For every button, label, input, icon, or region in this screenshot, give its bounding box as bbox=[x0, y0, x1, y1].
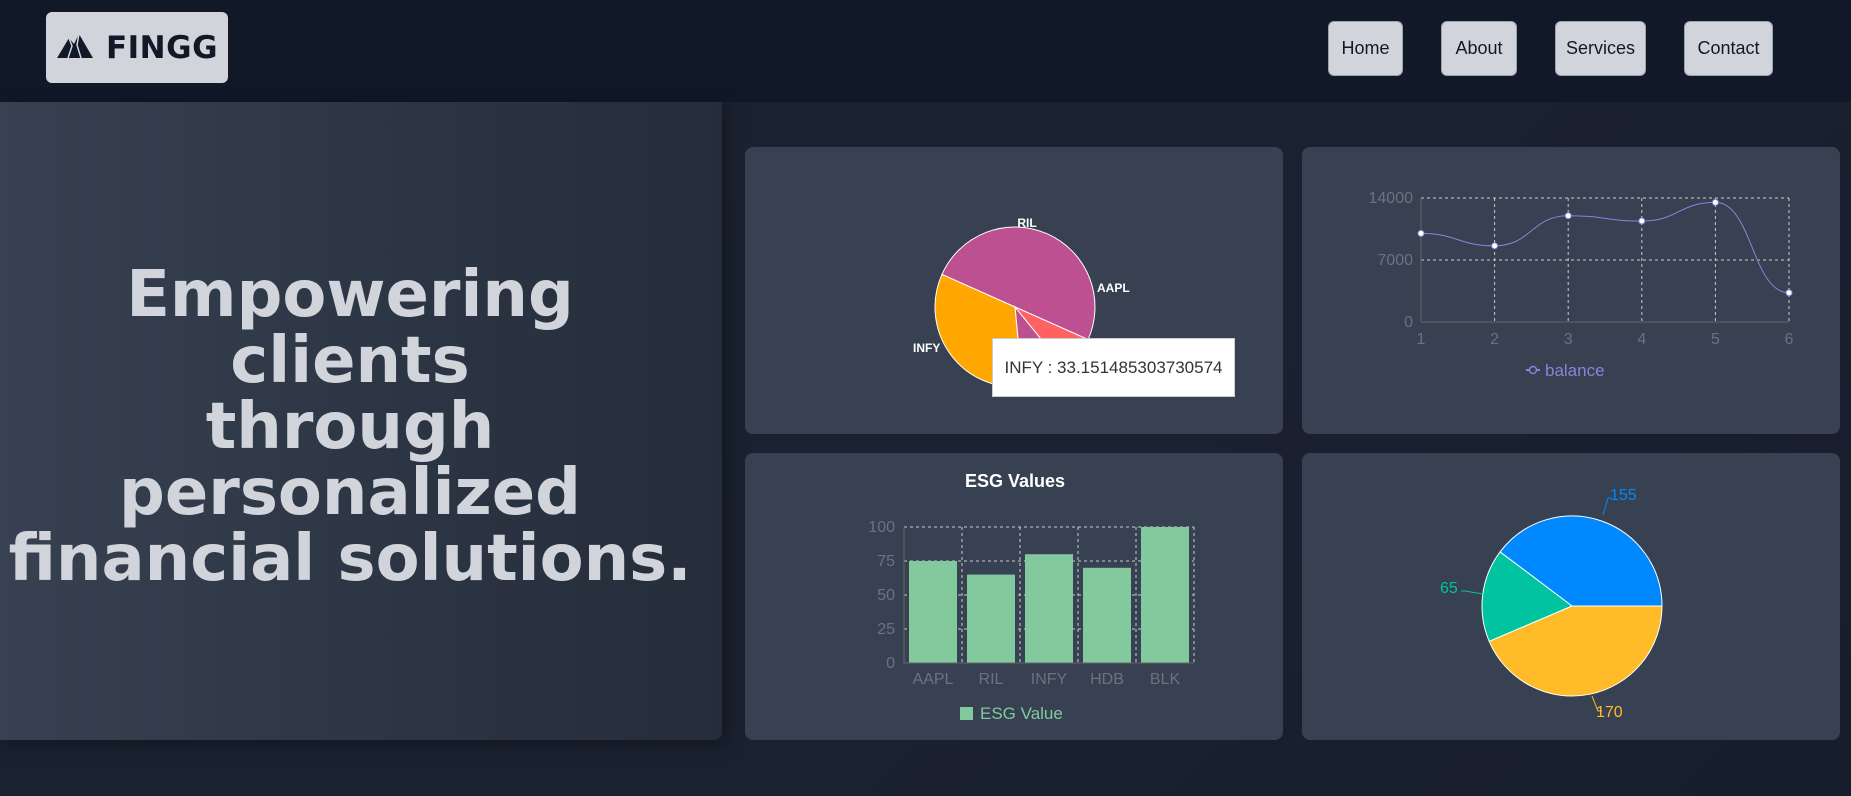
chart-title: ESG Values bbox=[965, 471, 1065, 491]
y-tick-label: 0 bbox=[886, 655, 895, 672]
esg-bar[interactable] bbox=[909, 561, 957, 663]
pie-value-label-155: 155 bbox=[1610, 487, 1637, 504]
hero-section: Empowering clients through personalized … bbox=[0, 102, 722, 740]
pie-label-ril: RIL bbox=[1017, 216, 1036, 230]
line-point[interactable] bbox=[1564, 212, 1572, 220]
esg-bar-chart: ESG Values 100 75 50 25 0 AAPL RIL INFY … bbox=[868, 471, 1195, 723]
y-tick-label: 14000 bbox=[1369, 190, 1414, 207]
y-tick-label: 0 bbox=[1404, 314, 1413, 331]
line-point[interactable] bbox=[1711, 198, 1719, 206]
nav-services-button[interactable]: Services bbox=[1555, 21, 1646, 76]
nav-contact-button[interactable]: Contact bbox=[1684, 21, 1773, 76]
mountain-icon bbox=[56, 31, 94, 64]
line-point[interactable] bbox=[1785, 289, 1793, 297]
x-tick-label: 2 bbox=[1490, 331, 1499, 348]
pie-label-line-65 bbox=[1461, 590, 1484, 595]
x-tick-label: 1 bbox=[1417, 331, 1426, 348]
bar-legend[interactable]: ESG Value bbox=[960, 704, 1063, 723]
y-tick-label: 7000 bbox=[1377, 252, 1413, 269]
navbar: FINGG Home About Services Contact bbox=[0, 0, 1851, 102]
x-tick-label: HDB bbox=[1090, 671, 1124, 688]
esg-bar[interactable] bbox=[1083, 567, 1131, 663]
legend-label-esg: ESG Value bbox=[980, 704, 1063, 723]
pie-value-label-170: 170 bbox=[1596, 704, 1623, 721]
brand-name: FINGG bbox=[105, 29, 219, 66]
y-tick-label: 75 bbox=[877, 553, 895, 570]
x-tick-label: 6 bbox=[1785, 331, 1794, 348]
esg-bar[interactable] bbox=[1025, 554, 1073, 663]
headline-line: through bbox=[205, 390, 495, 464]
x-tick-label: AAPL bbox=[913, 671, 954, 688]
balance-line-card: 14000 7000 0 1 2 3 4 5 6 balance bbox=[1302, 147, 1840, 434]
headline-line: financial solutions. bbox=[8, 522, 692, 596]
x-tick-label: 3 bbox=[1564, 331, 1573, 348]
esg-bar[interactable] bbox=[967, 574, 1015, 663]
allocation-pie-card: 155 170 65 bbox=[1302, 453, 1840, 740]
pie-label-aapl: AAPL bbox=[1097, 281, 1130, 295]
y-tick-label: 25 bbox=[877, 621, 895, 638]
pie-value-label-65: 65 bbox=[1440, 580, 1458, 597]
x-tick-label: BLK bbox=[1150, 671, 1181, 688]
chart-tooltip: INFY : 33.151485303730574 bbox=[992, 338, 1235, 397]
balance-line-chart: 14000 7000 0 1 2 3 4 5 6 balance bbox=[1369, 190, 1794, 380]
line-point[interactable] bbox=[1491, 242, 1499, 250]
x-tick-label: 4 bbox=[1637, 331, 1646, 348]
x-tick-label: 5 bbox=[1711, 331, 1720, 348]
nav-about-button[interactable]: About bbox=[1441, 21, 1517, 76]
balance-line bbox=[1420, 201, 1790, 294]
line-point[interactable] bbox=[1638, 217, 1646, 225]
allocation-pie-chart: 155 170 65 bbox=[1440, 487, 1663, 721]
headline-line: Empowering clients bbox=[126, 258, 574, 398]
x-tick-label: RIL bbox=[979, 671, 1004, 688]
y-tick-label: 50 bbox=[877, 587, 895, 604]
line-grid bbox=[1421, 197, 1790, 322]
y-tick-label: 100 bbox=[868, 519, 895, 536]
esg-bar[interactable] bbox=[1141, 527, 1189, 663]
hero-headline: Empowering clients through personalized … bbox=[0, 262, 700, 592]
line-point[interactable] bbox=[1417, 229, 1425, 237]
legend-label-balance: balance bbox=[1545, 361, 1605, 380]
pie-label-infy: INFY bbox=[913, 341, 940, 355]
nav-home-button[interactable]: Home bbox=[1328, 21, 1403, 76]
headline-line: personalized bbox=[119, 456, 581, 530]
x-tick-label: INFY bbox=[1031, 671, 1068, 688]
esg-bar-card: ESG Values 100 75 50 25 0 AAPL RIL INFY … bbox=[745, 453, 1283, 740]
line-legend[interactable]: balance bbox=[1526, 361, 1605, 380]
brand-logo[interactable]: FINGG bbox=[46, 12, 228, 83]
